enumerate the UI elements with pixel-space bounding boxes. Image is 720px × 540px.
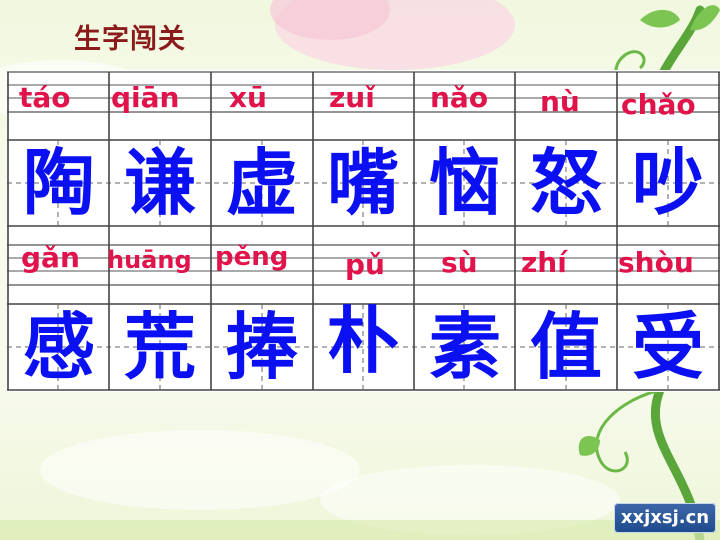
- pinyin-nu: nù: [540, 85, 580, 118]
- char-zhi: 值: [529, 305, 602, 389]
- grass-band: [0, 520, 720, 540]
- pinyin-tao: táo: [19, 81, 71, 114]
- pinyin-zui: zuǐ: [329, 81, 375, 114]
- char-gan: 感: [22, 305, 95, 389]
- cloud-bottom: [40, 430, 360, 510]
- char-nu: 怒: [529, 141, 602, 225]
- site-watermark: xxjxsj.cn: [614, 503, 716, 533]
- char-tao: 陶: [22, 141, 95, 225]
- char-pu: 朴: [326, 299, 399, 383]
- char-chao: 吵: [631, 141, 704, 225]
- pinyin-qian: qiān: [111, 81, 180, 114]
- watermark-text: xxjxsj.cn: [620, 507, 710, 528]
- char-zui: 嘴: [326, 141, 399, 225]
- char-su: 素: [428, 305, 501, 389]
- pinyin-chao: chǎo: [621, 88, 696, 121]
- pinyin-xu: xū: [229, 81, 267, 114]
- char-shou: 受: [631, 305, 704, 389]
- char-peng: 捧: [225, 305, 298, 389]
- pinyin-gan: gǎn: [21, 241, 80, 274]
- pinyin-huang: huāng: [107, 246, 192, 274]
- vine-leaf-2: [640, 9, 680, 28]
- pinyin-pu: pǔ: [345, 248, 385, 281]
- char-xu: 虚: [225, 141, 298, 225]
- char-huang: 荒: [123, 305, 196, 389]
- character-grid: táo qiān xū zuǐ nǎo nù chǎo 陶 谦 虚 嘴 恼 怒 …: [7, 70, 720, 392]
- pinyin-zhi: zhí: [521, 246, 567, 279]
- pinyin-shou: shòu: [618, 246, 694, 279]
- vine-tendril-1: [595, 388, 661, 473]
- pinyin-peng: pěng: [215, 242, 289, 272]
- char-qian: 谦: [123, 141, 196, 225]
- pinyin-su: sù: [441, 246, 478, 279]
- pinyin-nao: nǎo: [430, 81, 489, 114]
- page-title: 生字闯关: [74, 24, 186, 55]
- char-nao: 恼: [428, 141, 501, 225]
